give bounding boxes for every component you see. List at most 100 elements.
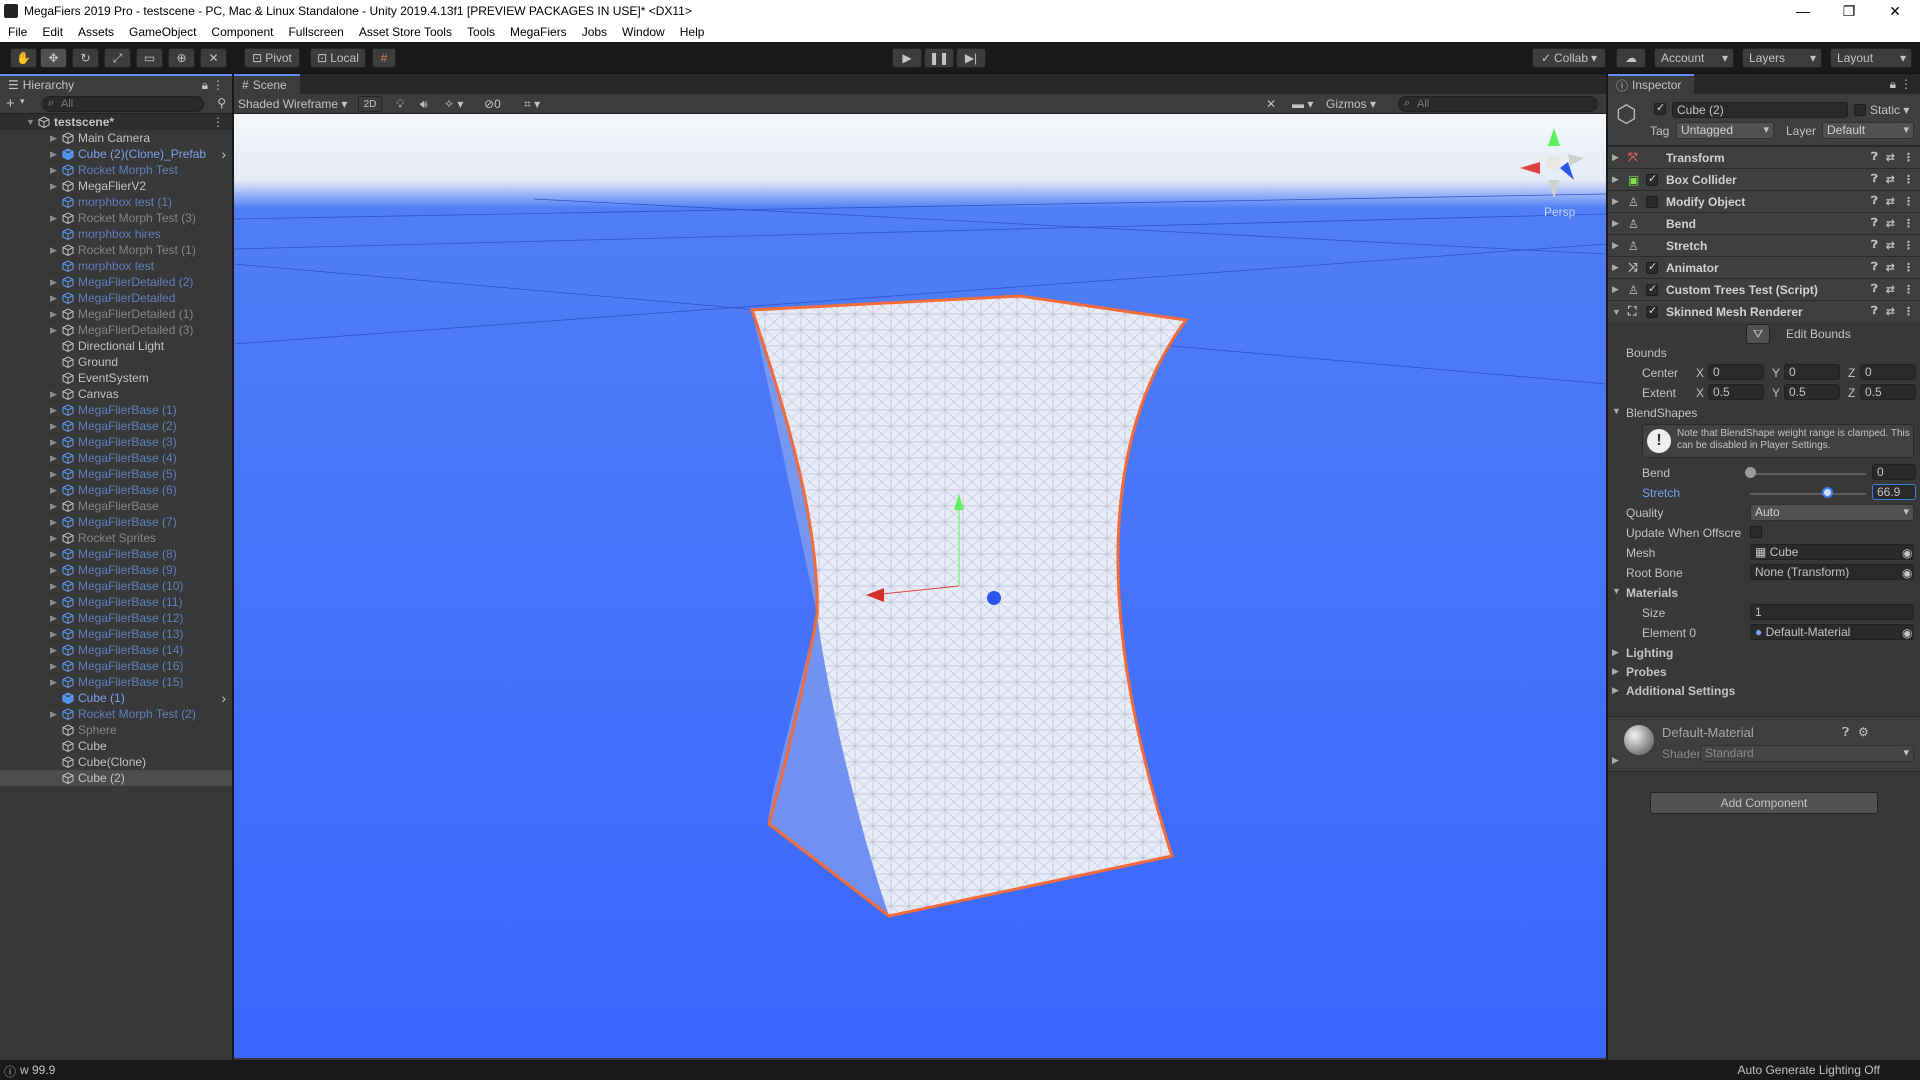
mesh-field[interactable]: ▦ Cube [1750,544,1914,560]
lock-icon[interactable]: 🔒︎ [202,78,208,93]
blendshapes-foldout-arrow[interactable]: ▼ [1612,406,1621,416]
foldout-arrow-icon[interactable]: ▶ [50,277,60,288]
hierarchy-item[interactable]: ▶MegaFlierDetailed (2) [0,274,232,290]
menu-tools[interactable]: Tools [459,25,502,39]
hierarchy-item[interactable]: morphbox test [0,258,232,274]
foldout-arrow-icon[interactable]: ▶ [50,181,60,192]
tools-settings-icon[interactable]: ✕ [1266,97,1276,111]
hierarchy-item[interactable]: ▶MegaFlierBase (12) [0,610,232,626]
hierarchy-item[interactable]: ▶Cube (2)(Clone)_Prefab› [0,146,232,162]
lock-icon[interactable]: 🔒︎ [1890,77,1896,92]
foldout-arrow-icon[interactable]: ▼ [26,117,36,127]
hierarchy-item[interactable]: ▶MegaFlierBase [0,498,232,514]
menu-window[interactable]: Window [614,25,672,39]
hierarchy-item[interactable]: Ground [0,354,232,370]
probes-section[interactable]: ▶ Probes [1608,663,1920,683]
scene-visibility-icon[interactable]: ⚲ [217,96,226,110]
add-object-button[interactable]: + [6,95,15,112]
component-header[interactable]: ▶⤨Animator❓︎⇄⋮ [1608,256,1920,278]
component-enabled-checkbox[interactable] [1646,284,1658,296]
component-header[interactable]: ▶♙Bend❓︎⇄⋮ [1608,212,1920,234]
hierarchy-item[interactable]: ▶MegaFlierBase (14) [0,642,232,658]
maximize-button[interactable]: ❐ [1826,0,1872,22]
foldout-arrow-icon[interactable]: ▶ [50,581,60,592]
foldout-arrow-icon[interactable]: ▶ [50,165,60,176]
menu-megafiers[interactable]: MegaFiers [502,25,574,39]
kebab-menu-icon[interactable]: ⋮ [1903,173,1914,186]
foldout-arrow-icon[interactable]: ▶ [1612,755,1619,766]
open-prefab-chevron-icon[interactable]: › [221,146,226,162]
scale-tool-button[interactable]: ⤢ [104,48,131,68]
hierarchy-item[interactable]: Cube [0,738,232,754]
close-button[interactable]: ✕ [1872,0,1918,22]
kebab-menu-icon[interactable]: ⋮ [1903,195,1914,208]
bend-value-field[interactable]: 0 [1872,464,1916,480]
hierarchy-item[interactable]: Cube (2) [0,770,232,786]
extent-z-field[interactable]: 0.5 [1860,384,1916,400]
foldout-arrow-icon[interactable]: ▶ [50,709,60,720]
foldout-arrow-icon[interactable]: ▶ [50,325,60,336]
hierarchy-item[interactable]: morphbox hires [0,226,232,242]
account-dropdown[interactable]: Account▾ [1654,48,1734,68]
foldout-arrow-icon[interactable]: ▶ [50,517,60,528]
active-checkbox[interactable] [1654,103,1666,115]
foldout-arrow-icon[interactable]: ▶ [50,597,60,608]
component-enabled-checkbox[interactable] [1646,196,1658,208]
foldout-arrow-icon[interactable]: ▶ [50,485,60,496]
collab-dropdown[interactable]: ✓Collab▾ [1532,48,1606,68]
hierarchy-item[interactable]: ▶MegaFlierDetailed [0,290,232,306]
pause-button[interactable]: ❚❚ [924,48,954,68]
component-header[interactable]: ▶▣Box Collider❓︎⇄⋮ [1608,168,1920,190]
blendshapes-label[interactable]: BlendShapes [1626,406,1697,420]
gizmos-dropdown[interactable]: Gizmos ▾ [1326,97,1376,111]
transform-tool-button[interactable]: ⊕ [168,48,195,68]
help-icon[interactable]: ❓︎ [1871,217,1878,230]
center-y-field[interactable]: 0 [1784,364,1840,380]
foldout-arrow-icon[interactable]: ▶ [50,389,60,400]
z-axis-handle[interactable] [987,591,1001,605]
hierarchy-item[interactable]: ▶MegaFlierDetailed (1) [0,306,232,322]
foldout-arrow-icon[interactable]: ▶ [1612,240,1619,251]
tab-hierarchy[interactable]: ☰ Hierarchy 🔒︎ ⋮ [0,74,232,94]
play-button[interactable]: ▶ [892,48,922,68]
hierarchy-item[interactable]: ▶MegaFlierBase (13) [0,626,232,642]
hand-tool-button[interactable]: ✋ [10,48,37,68]
kebab-menu-icon[interactable]: ⋮ [1903,239,1914,252]
step-button[interactable]: ▶| [956,48,986,68]
component-enabled-checkbox[interactable] [1646,262,1658,274]
hierarchy-item[interactable]: ▶MegaFlierV2 [0,178,232,194]
update-offscreen-checkbox[interactable] [1750,526,1762,538]
grid-dropdown-icon[interactable]: ⌗ ▾ [524,97,540,112]
help-icon[interactable]: ❓︎ [1871,239,1878,252]
extent-x-field[interactable]: 0.5 [1708,384,1764,400]
component-enabled-checkbox[interactable] [1646,306,1658,318]
hierarchy-item[interactable]: ▶MegaFlierBase (5) [0,466,232,482]
component-header[interactable]: ▶♙Modify Object❓︎⇄⋮ [1608,190,1920,212]
lighting-toggle-icon[interactable]: 💡︎ [396,97,404,112]
foldout-arrow-icon[interactable]: ▶ [50,309,60,320]
hidden-objects-toggle[interactable]: ⊘0 [484,97,501,111]
hierarchy-item[interactable]: ▶Main Camera [0,130,232,146]
foldout-arrow-icon[interactable]: ▶ [50,501,60,512]
component-enabled-checkbox[interactable] [1646,174,1658,186]
foldout-arrow-icon[interactable]: ▶ [1612,152,1619,163]
foldout-arrow-icon[interactable]: ▶ [50,293,60,304]
foldout-arrow-icon[interactable]: ▶ [50,213,60,224]
component-header[interactable]: ▶♙Stretch❓︎⇄⋮ [1608,234,1920,256]
hierarchy-item[interactable]: ▶MegaFlierBase (9) [0,562,232,578]
preset-icon[interactable]: ⇄ [1886,239,1895,252]
component-header[interactable]: ▶⤧Transform❓︎⇄⋮ [1608,146,1920,168]
foldout-arrow-icon[interactable]: ▶ [50,437,60,448]
rotate-tool-button[interactable]: ↻ [72,48,99,68]
help-icon[interactable]: ❓︎ [1871,261,1878,274]
hierarchy-item[interactable]: ▶Rocket Morph Test [0,162,232,178]
static-dropdown[interactable]: Static ▾ [1870,103,1909,117]
menu-edit[interactable]: Edit [34,25,70,39]
hierarchy-item[interactable]: ▶MegaFlierBase (1) [0,402,232,418]
hierarchy-search-input[interactable]: All [42,96,204,112]
center-z-field[interactable]: 0 [1860,364,1916,380]
shader-dropdown[interactable]: Standard [1700,745,1914,762]
effects-dropdown-icon[interactable]: ✧ ▾ [444,97,463,111]
center-x-field[interactable]: 0 [1708,364,1764,380]
foldout-arrow-icon[interactable]: ▶ [1612,196,1619,207]
